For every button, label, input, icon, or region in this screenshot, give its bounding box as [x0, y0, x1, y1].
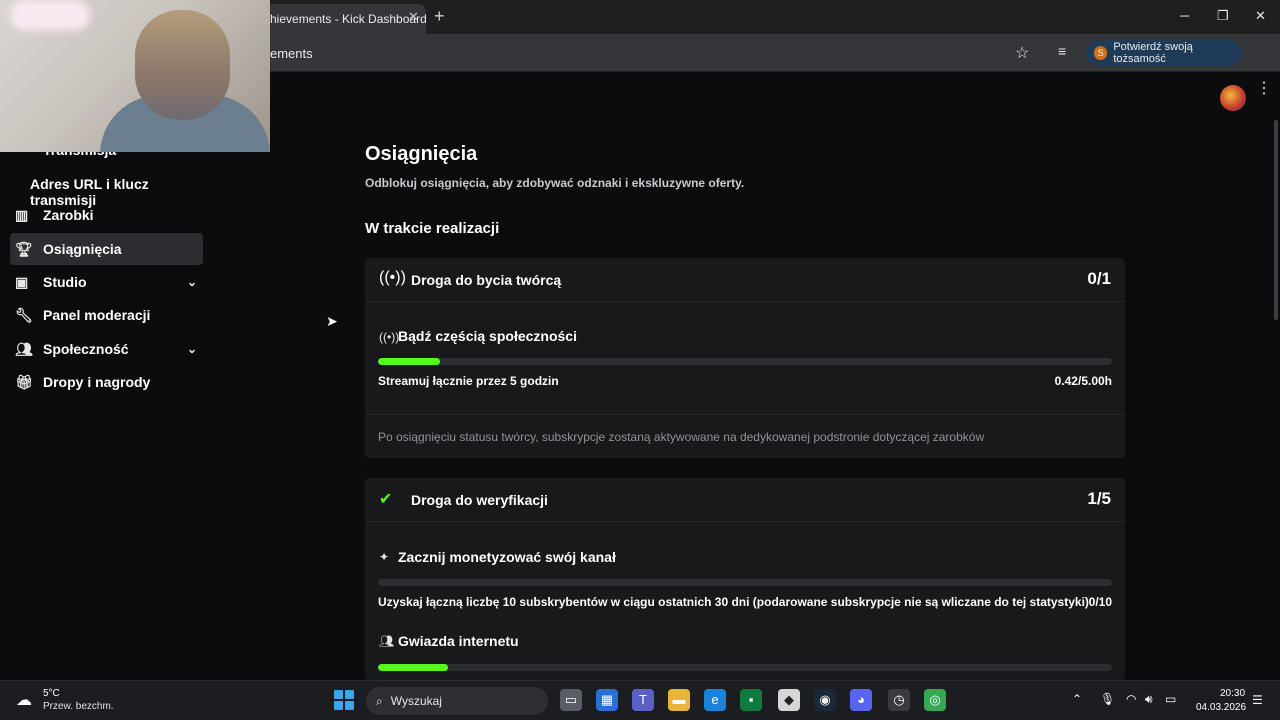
chevron-down-icon[interactable]: ⌄: [187, 275, 197, 289]
sidebar-item-zarobki[interactable]: ▥ Zarobki: [10, 199, 203, 231]
avatar[interactable]: [1220, 85, 1246, 111]
file-explorer-icon[interactable]: ▬: [668, 689, 690, 711]
new-tab-icon[interactable]: +: [434, 6, 445, 27]
achievement-card-creator: ((•)) Droga do bycia twórcą 0/1 ((•)) Bą…: [365, 258, 1125, 458]
gift-icon: 🎁︎: [15, 373, 33, 390]
community-icon: 👥︎: [15, 340, 33, 357]
broadcast-icon: ((•)): [379, 269, 406, 286]
section-heading: W trakcie realizacji: [365, 220, 500, 237]
chart-icon: ▥: [15, 206, 29, 223]
mouse-cursor-icon: ➤: [326, 313, 338, 329]
users-icon: 👥︎: [379, 634, 395, 648]
taskbar-search[interactable]: ⌕ Wyszukaj: [366, 687, 548, 715]
task-title: Zacznij monetyzować swój kanał: [398, 549, 616, 565]
trophy-icon: 🏆︎: [15, 240, 33, 257]
progress-fill: [378, 664, 448, 671]
notification-icon[interactable]: ☰: [1252, 693, 1263, 707]
tab-close-icon[interactable]: ✕: [408, 9, 419, 25]
sidebar-item-label: Społeczność: [43, 341, 129, 357]
chevron-down-icon[interactable]: ⌄: [187, 342, 197, 356]
sidebar-item-label: Dropy i nagrody: [43, 374, 151, 390]
store-icon[interactable]: ▦: [596, 689, 618, 711]
chevron-up-icon[interactable]: ⌃: [1072, 692, 1082, 706]
sidebar-item-label: Studio: [43, 274, 87, 290]
sidebar-item-label: Osiągnięcia: [43, 241, 122, 257]
taskbar: ☁ 5°C Przew. bezchm. ⌕ Wyszukaj ▭ ▦ T ▬ …: [0, 680, 1280, 720]
discord-icon[interactable]: ◕: [850, 689, 872, 711]
url-field[interactable]: ements: [270, 46, 313, 61]
browser-tab[interactable]: hievements - Kick Dashboard ✕: [262, 4, 427, 34]
verified-icon: ✔: [379, 491, 393, 508]
sidebar-item-panel-moderacji[interactable]: 🔧︎ Panel moderacji: [10, 299, 203, 331]
divider: [365, 414, 1125, 415]
page-subtitle: Odblokuj osiągnięcia, aby zdobywać odzna…: [365, 176, 745, 190]
media-control-icon[interactable]: ≡: [1058, 43, 1066, 59]
studio-icon: ▣: [15, 273, 29, 290]
page-title: Osiągnięcia: [365, 143, 478, 165]
sidebar-item-osiagniecia[interactable]: 🏆︎ Osiągnięcia: [10, 233, 203, 265]
edge-icon[interactable]: e: [704, 689, 726, 711]
sidebar-item-dropy[interactable]: 🎁︎ Dropy i nagrody: [10, 366, 203, 398]
clock-time[interactable]: 20:30: [1220, 688, 1245, 699]
volume-icon[interactable]: 🔊︎: [1145, 692, 1153, 707]
progress-bar: [378, 358, 1112, 365]
microphone-icon[interactable]: 🎙︎: [1100, 692, 1115, 706]
card-title: Droga do bycia twórcą: [411, 272, 562, 288]
clock-date[interactable]: 04.03.2026: [1196, 702, 1246, 713]
broadcast-icon: ((•)): [379, 330, 400, 344]
achievement-card-verification: ✔ Droga do weryfikacji 1/5 ✦ Zacznij mon…: [365, 478, 1125, 680]
menu-kebab-icon[interactable]: ⋮: [1256, 78, 1272, 98]
webcam-overlay: [0, 0, 270, 152]
progress-fill: [378, 358, 440, 365]
webcam-light: [10, 0, 90, 30]
sidebar-item-label: Zarobki: [43, 207, 94, 223]
restore-icon[interactable]: ❐: [1217, 8, 1229, 24]
profile-badge-icon: S: [1094, 46, 1108, 60]
tab-title: hievements - Kick Dashboard: [270, 12, 427, 26]
sidebar-item-studio[interactable]: ▣ Studio ⌄: [10, 266, 203, 298]
card-title: Droga do weryfikacji: [411, 492, 548, 508]
weather-description[interactable]: Przew. bezchm.: [43, 701, 114, 712]
search-icon: ⌕: [376, 693, 383, 708]
windows-start-icon[interactable]: [334, 690, 354, 710]
task-description: Uzyskaj łączną liczbę 10 subskrybentów w…: [378, 595, 1089, 609]
sidebar-item-spolecznosc[interactable]: 👥︎ Społeczność ⌄: [10, 333, 203, 365]
minimize-icon[interactable]: ─: [1180, 8, 1189, 23]
wrench-icon: 🔧︎: [15, 306, 33, 323]
task-title: Gwiazda internetu: [398, 633, 519, 649]
task-progress-value: 0/10: [1088, 595, 1112, 609]
task-title: Bądź częścią społeczności: [398, 328, 577, 344]
chrome-icon[interactable]: ◎: [924, 689, 946, 711]
task-description: Streamuj łącznie przez 5 godzin: [378, 374, 559, 388]
clock-app-icon[interactable]: ◷: [888, 689, 910, 711]
wifi-icon[interactable]: ◠: [1126, 692, 1136, 706]
card-note: Po osiągnięciu statusu twórcy, subskrypc…: [378, 430, 985, 444]
sidebar: Transmisja Adres URL i klucz transmisji …: [0, 72, 215, 680]
task-progress-value: 0.42/5.00h: [1054, 374, 1112, 388]
verify-identity-button[interactable]: S Potwierdź swoją tożsamość: [1086, 40, 1242, 66]
battery-icon[interactable]: ▭: [1165, 692, 1176, 706]
sidebar-item-label: Panel moderacji: [43, 307, 151, 323]
scrollbar[interactable]: [1274, 120, 1278, 320]
close-window-icon[interactable]: ✕: [1255, 8, 1266, 24]
progress-bar: [378, 664, 1112, 671]
search-placeholder: Wyszukaj: [390, 694, 442, 708]
teams-icon[interactable]: T: [632, 689, 654, 711]
verify-identity-label: Potwierdź swoją tożsamość: [1113, 41, 1193, 65]
card-count: 1/5: [1087, 489, 1111, 508]
weather-icon[interactable]: ☁: [16, 690, 32, 710]
task-view-icon[interactable]: ▭: [560, 689, 582, 711]
bookmark-star-icon[interactable]: ☆: [1015, 43, 1029, 63]
app-icon[interactable]: ▪: [740, 689, 762, 711]
sparkle-icon: ✦: [379, 550, 390, 564]
roblox-icon[interactable]: ◆: [778, 689, 800, 711]
card-header[interactable]: ✔ Droga do weryfikacji 1/5: [365, 478, 1125, 522]
weather-temperature[interactable]: 5°C: [43, 688, 60, 699]
steam-icon[interactable]: ◉: [814, 689, 836, 711]
card-count: 0/1: [1087, 269, 1111, 288]
card-header[interactable]: ((•)) Droga do bycia twórcą 0/1: [365, 258, 1125, 302]
progress-bar: [378, 579, 1112, 586]
webcam-person-head: [135, 10, 230, 120]
